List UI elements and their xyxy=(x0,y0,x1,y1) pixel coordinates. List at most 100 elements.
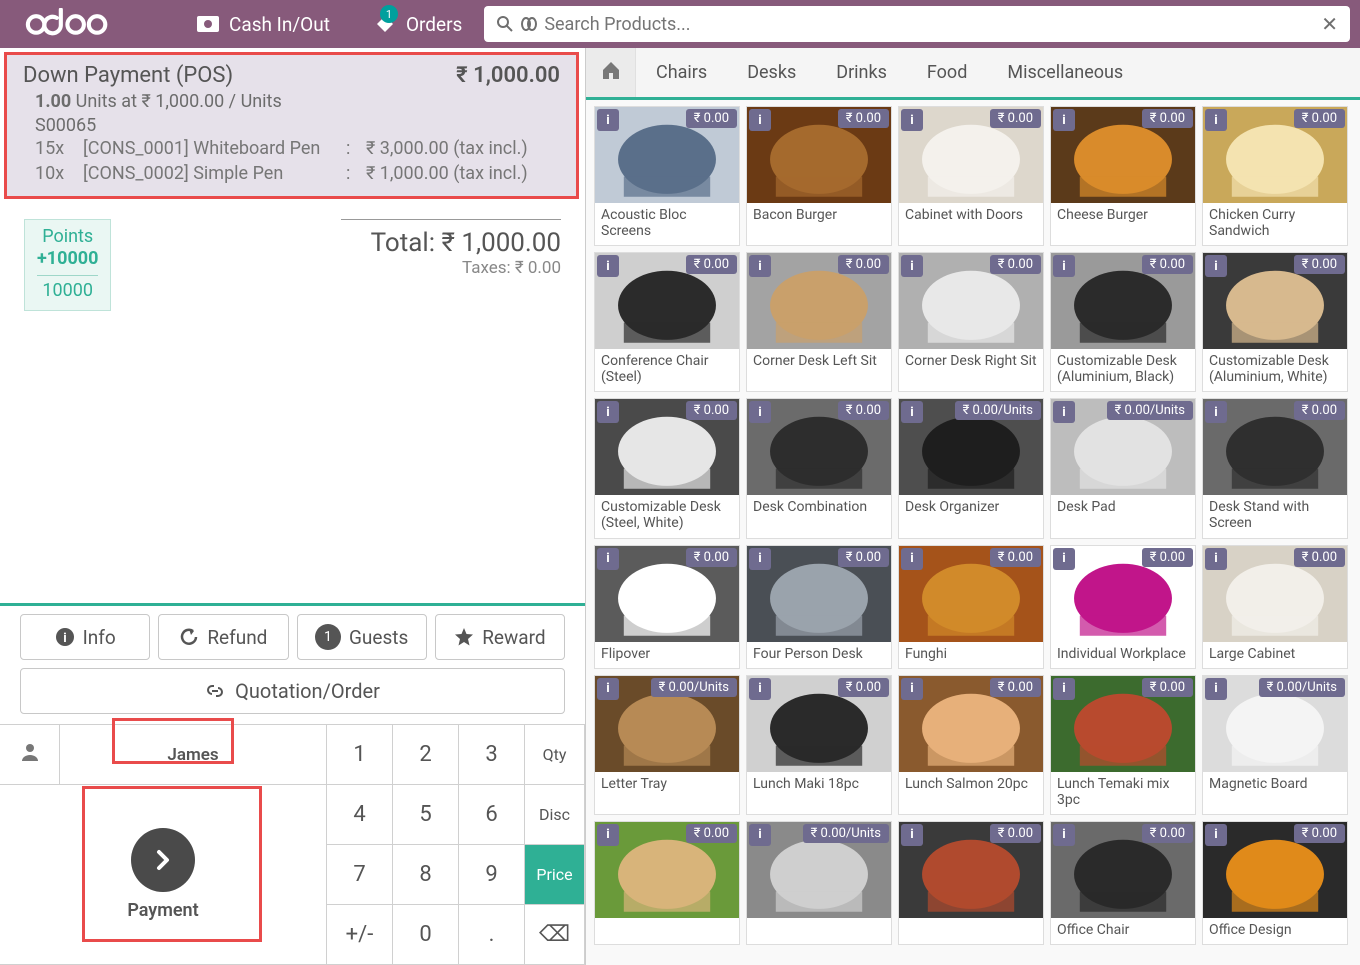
product-card[interactable]: i₹ 0.00/UnitsMagnetic Board xyxy=(1202,675,1348,815)
info-icon: i xyxy=(901,678,923,700)
product-card[interactable]: i₹ 0.00/UnitsDesk Organizer xyxy=(898,398,1044,538)
clear-search-icon[interactable]: ✕ xyxy=(1321,12,1338,36)
info-icon: i xyxy=(749,824,771,846)
customer-button[interactable]: James xyxy=(60,725,327,785)
info-icon: i xyxy=(901,548,923,570)
product-price: ₹ 0.00 xyxy=(686,548,737,567)
product-card[interactable]: i₹ 0.00Lunch Salmon 20pc xyxy=(898,675,1044,815)
mode-qty[interactable]: Qty xyxy=(525,725,585,785)
product-card[interactable]: i₹ 0.00Conference Chair (Steel) xyxy=(594,252,740,392)
product-name: Lunch Maki 18pc xyxy=(747,772,891,798)
product-name: Large Cabinet xyxy=(1203,642,1347,668)
product-card[interactable]: i₹ 0.00Large Cabinet xyxy=(1202,545,1348,669)
search-input[interactable] xyxy=(544,14,1321,35)
product-price: ₹ 0.00 xyxy=(1142,255,1193,274)
product-name: Four Person Desk xyxy=(747,642,891,668)
info-icon: i xyxy=(1053,109,1075,131)
product-card[interactable]: i₹ 0.00/UnitsDesk Pad xyxy=(1050,398,1196,538)
order-total: Total: ₹ 1,000.00 xyxy=(341,228,561,258)
category-tab[interactable]: Chairs xyxy=(636,48,727,97)
product-price: ₹ 0.00 xyxy=(1142,824,1193,843)
mode-price[interactable]: Price xyxy=(525,845,585,905)
category-tab[interactable]: Desks xyxy=(727,48,816,97)
product-card[interactable]: i₹ 0.00 xyxy=(594,821,740,945)
product-card[interactable]: i₹ 0.00/UnitsLetter Tray xyxy=(594,675,740,815)
payment-button[interactable]: Payment xyxy=(0,785,327,965)
mode-disc[interactable]: Disc xyxy=(525,785,585,845)
product-card[interactable]: i₹ 0.00Lunch Maki 18pc xyxy=(746,675,892,815)
orders-badge: 1 xyxy=(380,5,398,23)
product-name: Customizable Desk (Aluminium, Black) xyxy=(1051,349,1195,391)
key-backspace[interactable]: ⌫ xyxy=(525,905,585,965)
key-7[interactable]: 7 xyxy=(327,845,393,905)
key-6[interactable]: 6 xyxy=(459,785,525,845)
info-icon: i xyxy=(901,824,923,846)
info-icon: i xyxy=(901,255,923,277)
user-icon xyxy=(19,741,41,769)
key-dot[interactable]: . xyxy=(459,905,525,965)
product-card[interactable]: i₹ 0.00Chicken Curry Sandwich xyxy=(1202,106,1348,246)
info-icon: i xyxy=(597,401,619,423)
product-card[interactable]: i₹ 0.00/Units xyxy=(746,821,892,945)
quotation-order-button[interactable]: Quotation/Order xyxy=(20,668,565,714)
orders-button[interactable]: 1 Orders xyxy=(352,0,484,48)
order-taxes: Taxes: ₹ 0.00 xyxy=(341,258,561,278)
cash-in-out-button[interactable]: Cash In/Out xyxy=(175,0,352,48)
product-card[interactable]: i₹ 0.00Corner Desk Right Sit xyxy=(898,252,1044,392)
info-icon: i xyxy=(1205,255,1227,277)
product-card[interactable]: i₹ 0.00Office Design xyxy=(1202,821,1348,945)
product-card[interactable]: i₹ 0.00Bacon Burger xyxy=(746,106,892,246)
key-3[interactable]: 3 xyxy=(459,725,525,785)
category-tab[interactable]: Drinks xyxy=(816,48,907,97)
product-card[interactable]: i₹ 0.00Four Person Desk xyxy=(746,545,892,669)
loyalty-points: Points +10000 10000 xyxy=(24,219,111,311)
info-icon: i xyxy=(597,678,619,700)
key-5[interactable]: 5 xyxy=(393,785,459,845)
order-line-selected[interactable]: Down Payment (POS) ₹ 1,000.00 1.00 Units… xyxy=(4,52,579,199)
product-price: ₹ 0.00 xyxy=(1142,678,1193,697)
info-icon: i xyxy=(1205,678,1227,700)
product-name: Corner Desk Left Sit xyxy=(747,349,891,375)
key-plusminus[interactable]: +/- xyxy=(327,905,393,965)
product-card[interactable]: i₹ 0.00Acoustic Bloc Screens xyxy=(594,106,740,246)
guests-button[interactable]: 1 Guests xyxy=(297,614,427,660)
key-9[interactable]: 9 xyxy=(459,845,525,905)
refund-button[interactable]: Refund xyxy=(158,614,288,660)
product-card[interactable]: i₹ 0.00Customizable Desk (Aluminium, Whi… xyxy=(1202,252,1348,392)
product-price: ₹ 0.00/Units xyxy=(955,401,1041,420)
order-amount: ₹ 1,000.00 xyxy=(456,63,560,88)
info-button[interactable]: i Info xyxy=(20,614,150,660)
key-0[interactable]: 0 xyxy=(393,905,459,965)
product-card[interactable]: i₹ 0.00Desk Combination xyxy=(746,398,892,538)
key-1[interactable]: 1 xyxy=(327,725,393,785)
product-card[interactable]: i₹ 0.00Office Chair xyxy=(1050,821,1196,945)
product-card[interactable]: i₹ 0.00Flipover xyxy=(594,545,740,669)
product-name: Individual Workplace xyxy=(1051,642,1195,668)
category-tab[interactable]: Miscellaneous xyxy=(987,48,1143,97)
category-tab[interactable]: Food xyxy=(907,48,987,97)
product-card[interactable]: i₹ 0.00Funghi xyxy=(898,545,1044,669)
product-card[interactable]: i₹ 0.00Desk Stand with Screen xyxy=(1202,398,1348,538)
search-icon xyxy=(496,15,514,33)
key-8[interactable]: 8 xyxy=(393,845,459,905)
customer-icon-cell[interactable] xyxy=(0,725,60,785)
cash-label: Cash In/Out xyxy=(229,13,330,36)
product-card[interactable]: i₹ 0.00Customizable Desk (Steel, White) xyxy=(594,398,740,538)
product-card[interactable]: i₹ 0.00Cabinet with Doors xyxy=(898,106,1044,246)
search-box[interactable]: ✕ xyxy=(484,6,1350,42)
product-card[interactable]: i₹ 0.00Lunch Temaki mix 3pc xyxy=(1050,675,1196,815)
product-card[interactable]: i₹ 0.00Corner Desk Left Sit xyxy=(746,252,892,392)
reward-button[interactable]: Reward xyxy=(435,614,565,660)
logo[interactable] xyxy=(0,8,175,40)
product-card[interactable]: i₹ 0.00Cheese Burger xyxy=(1050,106,1196,246)
product-name: Customizable Desk (Steel, White) xyxy=(595,495,739,537)
product-card[interactable]: i₹ 0.00Customizable Desk (Aluminium, Bla… xyxy=(1050,252,1196,392)
product-card[interactable]: i₹ 0.00Individual Workplace xyxy=(1050,545,1196,669)
home-category-button[interactable] xyxy=(586,48,636,97)
product-price: ₹ 0.00 xyxy=(838,678,889,697)
key-4[interactable]: 4 xyxy=(327,785,393,845)
product-price: ₹ 0.00 xyxy=(838,401,889,420)
product-card[interactable]: i₹ 0.00 xyxy=(898,821,1044,945)
order-qty-line: 1.00 Units at ₹ 1,000.00 / Units xyxy=(23,88,560,112)
key-2[interactable]: 2 xyxy=(393,725,459,785)
